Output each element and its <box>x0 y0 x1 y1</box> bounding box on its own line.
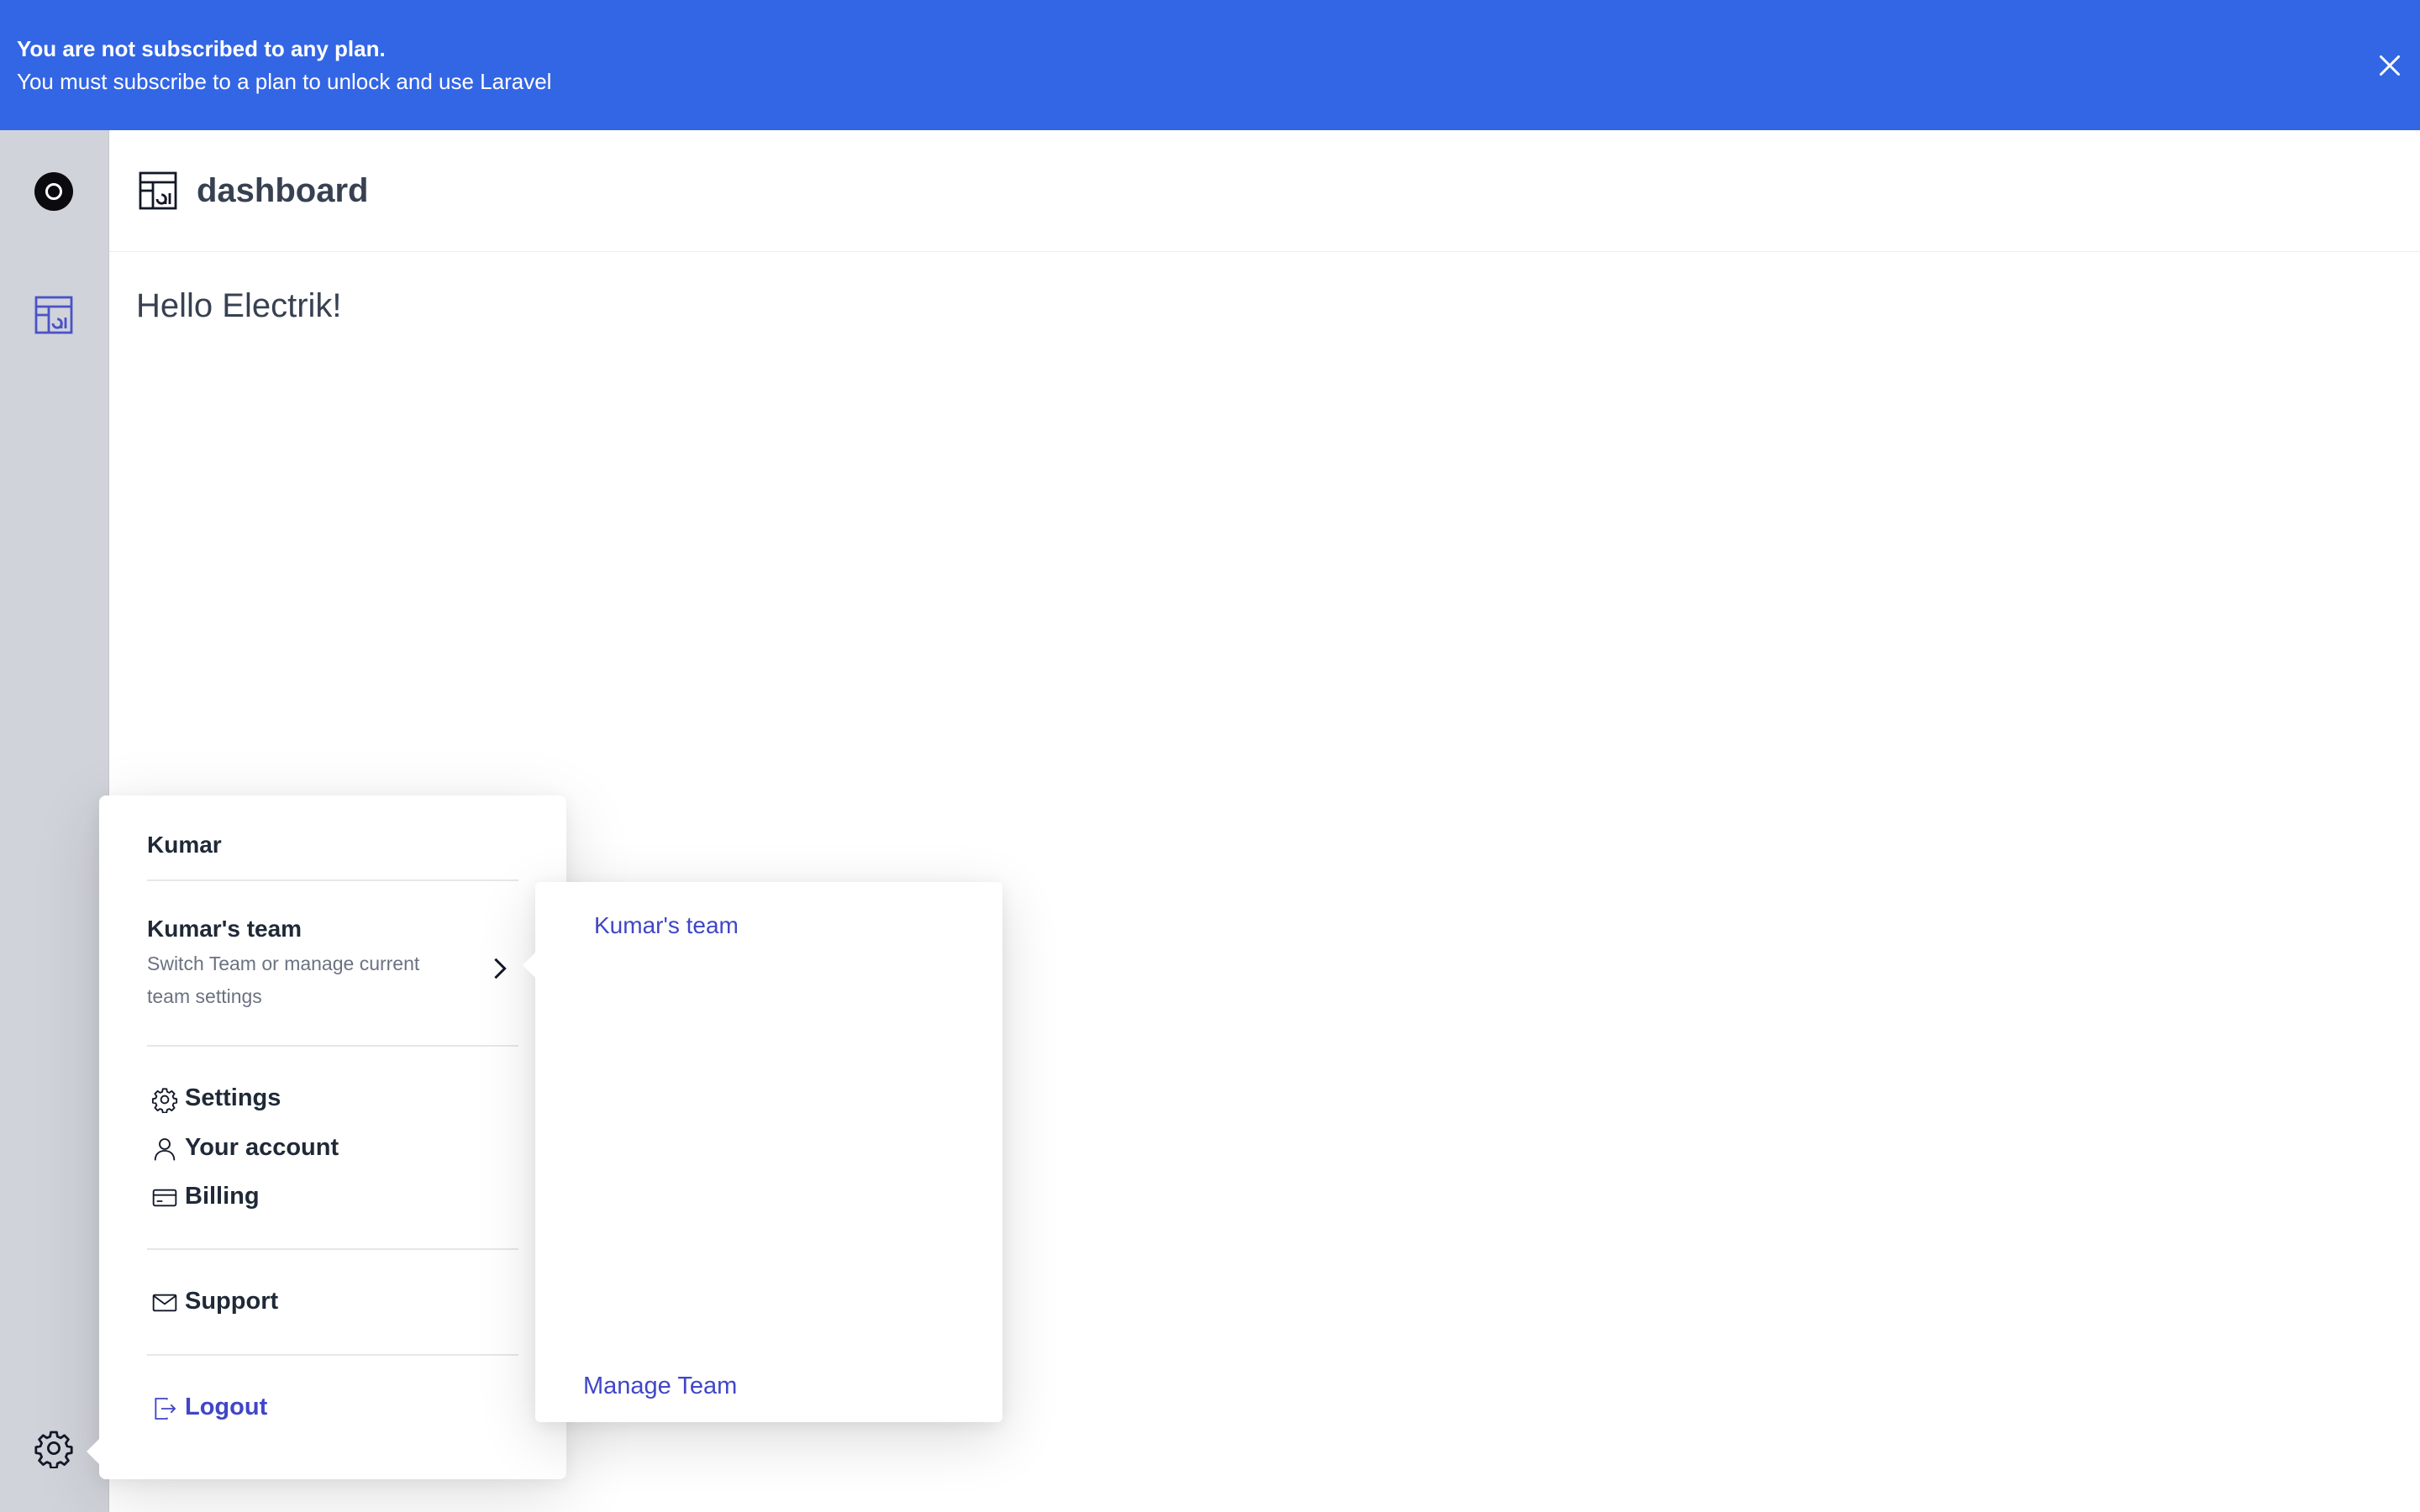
gear-icon <box>151 1088 178 1113</box>
team-switcher[interactable]: Kumar's team Switch Team or manage curre… <box>147 909 518 1018</box>
team-submenu <box>535 882 1002 1422</box>
team-submenu-caret <box>523 953 535 978</box>
close-icon[interactable] <box>2375 50 2405 81</box>
logout-label: Logout <box>185 1394 268 1420</box>
logo-icon[interactable] <box>34 172 73 211</box>
banner-message: You must subscribe to a plan to unlock a… <box>17 69 552 94</box>
sidebar <box>0 130 109 1512</box>
logout-icon <box>155 1398 176 1420</box>
user-name: Kumar <box>147 832 222 858</box>
divider <box>147 1248 518 1250</box>
page-title: dashboard <box>197 172 369 209</box>
your-account-label: Your account <box>185 1134 339 1161</box>
dashboard-icon <box>139 171 177 210</box>
dashboard-icon[interactable] <box>34 295 74 335</box>
divider <box>147 879 518 881</box>
team-name: Kumar's team <box>147 916 302 942</box>
user-menu-caret <box>87 1438 100 1465</box>
banner-title: You are not subscribed to any plan. <box>17 36 386 61</box>
settings-label: Settings <box>185 1084 281 1111</box>
greeting: Hello Electrik! <box>136 287 342 324</box>
header: dashboard <box>109 130 2420 252</box>
divider <box>147 1045 518 1047</box>
divider <box>147 1354 518 1356</box>
mail-icon <box>152 1294 177 1312</box>
chevron-right-icon <box>494 958 507 979</box>
team-option[interactable]: Kumar's team <box>594 911 739 941</box>
credit-card-icon <box>152 1189 177 1207</box>
gear-icon[interactable] <box>34 1428 74 1468</box>
team-description: Switch Team or manage current team setti… <box>147 953 420 1007</box>
user-icon <box>154 1138 176 1161</box>
subscription-banner: You are not subscribed to any plan. You … <box>0 0 2420 130</box>
support-label: Support <box>185 1288 279 1315</box>
manage-team-link[interactable]: Manage Team <box>583 1371 737 1401</box>
billing-label: Billing <box>185 1183 260 1210</box>
